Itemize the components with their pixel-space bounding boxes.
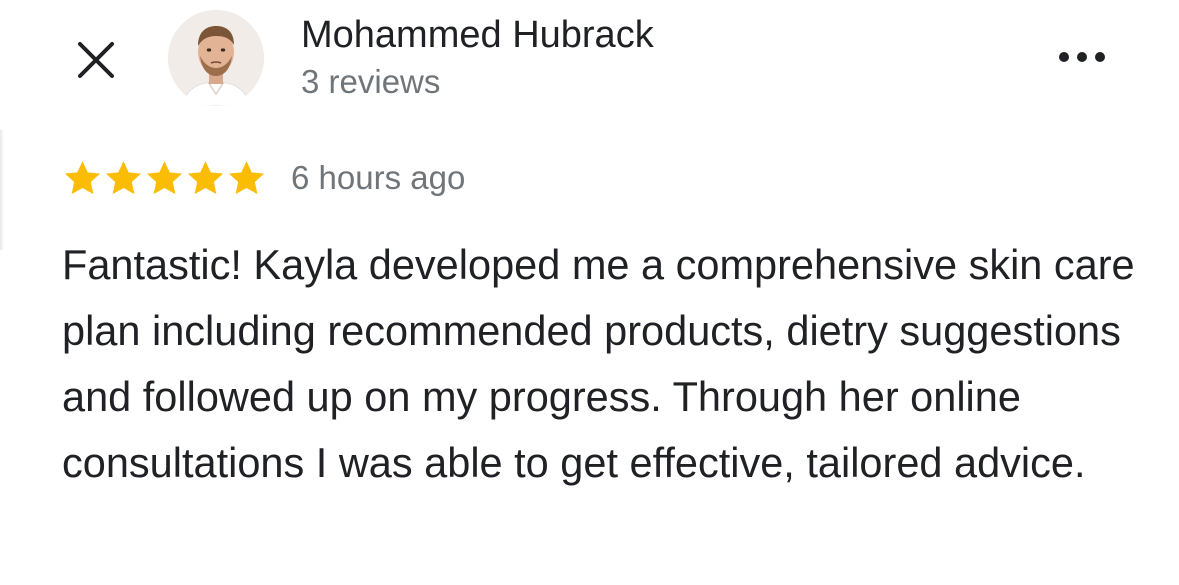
close-icon	[78, 42, 114, 78]
star-icon	[105, 160, 142, 194]
reviewer-review-count[interactable]: 3 reviews	[301, 61, 440, 103]
review-time: 6 hours ago	[291, 159, 466, 196]
rating-row: 6 hours ago	[62, 156, 465, 200]
reviewer-name[interactable]: Mohammed Hubrack	[301, 11, 654, 59]
close-button[interactable]	[70, 34, 122, 86]
star-icon	[146, 160, 183, 194]
star-icon	[187, 160, 224, 194]
more-options-icon	[1059, 52, 1105, 62]
star-icon	[64, 160, 101, 194]
avatar[interactable]	[168, 10, 264, 106]
avatar-icon	[168, 10, 264, 106]
star-rating	[62, 158, 267, 199]
edge-shadow	[0, 130, 4, 250]
review-text: Fantastic! Kayla developed me a comprehe…	[62, 241, 1135, 486]
more-options-button[interactable]	[1054, 40, 1110, 74]
star-icon	[228, 160, 265, 194]
review-detail-panel: Mohammed Hubrack 3 reviews 6 hours ago F…	[0, 0, 1179, 585]
